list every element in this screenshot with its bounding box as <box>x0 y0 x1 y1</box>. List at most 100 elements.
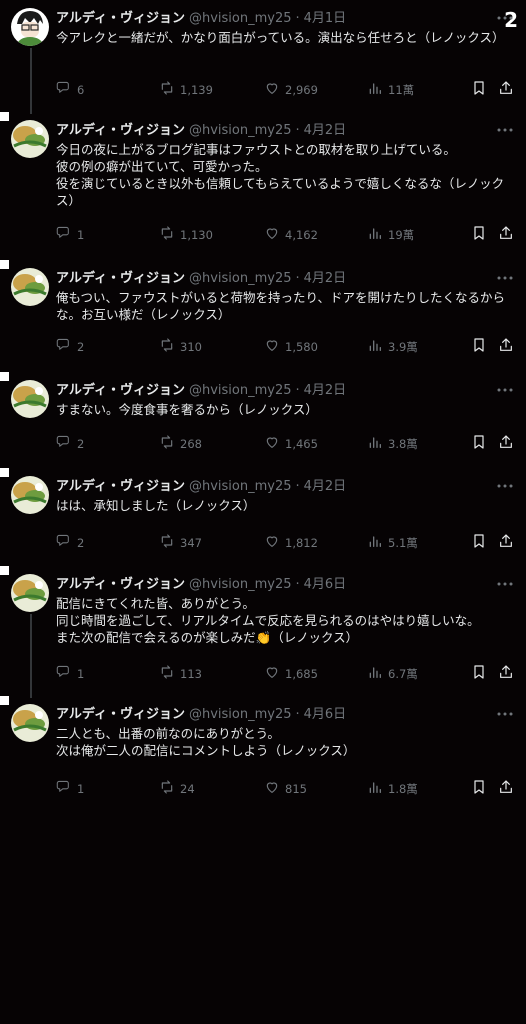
more-icon[interactable] <box>496 384 514 396</box>
retweet-button[interactable]: 113 <box>159 664 202 684</box>
display-name[interactable]: アルディ・ヴィジョン <box>56 11 185 26</box>
views-button[interactable]: 19萬 <box>367 225 414 245</box>
display-name[interactable]: アルディ・ヴィジョン <box>56 479 185 494</box>
views-icon <box>367 80 383 100</box>
views-count: 5.1萬 <box>388 536 418 550</box>
display-name[interactable]: アルディ・ヴィジョン <box>56 577 185 592</box>
tweet-date[interactable]: 4月6日 <box>304 577 347 592</box>
tweet[interactable]: アルディ・ヴィジョン @hvision_my25 · 4月6日 二人とも、出番の前なのに… <box>0 696 526 808</box>
tweet-date[interactable]: 4月2日 <box>304 123 347 138</box>
tweet-date[interactable]: 4月6日 <box>304 707 347 722</box>
share-button[interactable] <box>498 434 514 454</box>
views-count: 1.8萬 <box>388 782 418 796</box>
retweet-icon <box>159 434 175 454</box>
views-button[interactable]: 5.1萬 <box>367 533 418 553</box>
tweet[interactable]: アルディ・ヴィジョン @hvision_my25 · 4月2日 はは、承知しました（レノ… <box>0 468 526 566</box>
display-name[interactable]: アルディ・ヴィジョン <box>56 123 185 138</box>
avatar[interactable] <box>11 476 49 514</box>
tweet-header: アルディ・ヴィジョン @hvision_my25 · 4月2日 <box>56 122 466 140</box>
reply-button[interactable]: 2 <box>56 533 84 553</box>
bookmark-button[interactable] <box>471 80 487 100</box>
views-icon <box>367 225 383 245</box>
like-button[interactable]: 1,685 <box>264 664 318 684</box>
like-icon <box>264 434 280 454</box>
tweet-date[interactable]: 4月2日 <box>304 271 347 286</box>
share-button[interactable] <box>498 779 514 799</box>
share-button[interactable] <box>498 80 514 100</box>
share-icon <box>498 225 514 245</box>
retweet-button[interactable]: 1,139 <box>159 80 213 100</box>
share-button[interactable] <box>498 533 514 553</box>
handle[interactable]: @hvision_my25 <box>189 479 292 494</box>
handle[interactable]: @hvision_my25 <box>189 271 292 286</box>
handle[interactable]: @hvision_my25 <box>189 577 292 592</box>
avatar[interactable] <box>11 8 49 46</box>
like-button[interactable]: 1,812 <box>264 533 318 553</box>
handle[interactable]: @hvision_my25 <box>189 707 292 722</box>
views-button[interactable]: 6.7萬 <box>367 664 418 684</box>
like-button[interactable]: 815 <box>264 779 307 799</box>
handle[interactable]: @hvision_my25 <box>189 11 292 26</box>
like-button[interactable]: 2,969 <box>264 80 318 100</box>
reply-button[interactable]: 1 <box>56 664 84 684</box>
bookmark-button[interactable] <box>471 664 487 684</box>
retweet-button[interactable]: 268 <box>159 434 202 454</box>
views-button[interactable]: 3.8萬 <box>367 434 418 454</box>
tweet[interactable]: アルディ・ヴィジョン @hvision_my25 · 4月2日 俺もつい、ファウストがい… <box>0 260 526 372</box>
avatar[interactable] <box>11 704 49 742</box>
retweet-button[interactable]: 310 <box>159 337 202 357</box>
bookmark-button[interactable] <box>471 779 487 799</box>
handle[interactable]: @hvision_my25 <box>189 383 292 398</box>
tweet-date[interactable]: 4月1日 <box>304 11 347 26</box>
retweet-button[interactable]: 1,130 <box>159 225 213 245</box>
display-name[interactable]: アルディ・ヴィジョン <box>56 383 185 398</box>
tweet-header: アルディ・ヴィジョン @hvision_my25 · 4月6日 <box>56 706 466 724</box>
like-button[interactable]: 4,162 <box>264 225 318 245</box>
avatar[interactable] <box>11 574 49 612</box>
avatar[interactable] <box>11 120 49 158</box>
separator-dot: · <box>295 707 300 722</box>
more-icon[interactable] <box>496 708 514 720</box>
display-name[interactable]: アルディ・ヴィジョン <box>56 271 185 286</box>
views-button[interactable]: 1.8萬 <box>367 779 418 799</box>
reply-icon <box>56 434 72 454</box>
tweet[interactable]: アルディ・ヴィジョン @hvision_my25 · 4月6日 配信にきてくれた皆、あり… <box>0 566 526 698</box>
avatar[interactable] <box>11 380 49 418</box>
reply-button[interactable]: 1 <box>56 779 84 799</box>
views-button[interactable]: 11萬 <box>367 80 414 100</box>
more-icon[interactable] <box>496 272 514 284</box>
share-button[interactable] <box>498 337 514 357</box>
reply-button[interactable]: 1 <box>56 225 84 245</box>
retweet-button[interactable]: 347 <box>159 533 202 553</box>
more-icon[interactable] <box>496 578 514 590</box>
tweet-date[interactable]: 4月2日 <box>304 383 347 398</box>
reply-button[interactable]: 2 <box>56 337 84 357</box>
bookmark-button[interactable] <box>471 434 487 454</box>
reply-count: 2 <box>77 536 85 550</box>
display-name[interactable]: アルディ・ヴィジョン <box>56 707 185 722</box>
tweet-date[interactable]: 4月2日 <box>304 479 347 494</box>
more-icon[interactable] <box>496 124 514 136</box>
like-button[interactable]: 1,580 <box>264 337 318 357</box>
views-button[interactable]: 3.9萬 <box>367 337 418 357</box>
bookmark-button[interactable] <box>471 225 487 245</box>
bookmark-button[interactable] <box>471 533 487 553</box>
share-icon <box>498 664 514 684</box>
more-icon[interactable] <box>496 480 514 492</box>
tweet[interactable]: アルディ・ヴィジョン @hvision_my25 · 4月2日 すまない。今度食事を奢る… <box>0 372 526 468</box>
reply-button[interactable]: 2 <box>56 434 84 454</box>
more-icon[interactable] <box>496 12 514 24</box>
bookmark-button[interactable] <box>471 337 487 357</box>
retweet-button[interactable]: 24 <box>159 779 195 799</box>
like-button[interactable]: 1,465 <box>264 434 318 454</box>
tweet[interactable]: アルディ・ヴィジョン @hvision_my25 · 4月2日 今日の夜に上がるブログ記… <box>0 112 526 260</box>
handle[interactable]: @hvision_my25 <box>189 123 292 138</box>
share-button[interactable] <box>498 664 514 684</box>
share-button[interactable] <box>498 225 514 245</box>
tweet[interactable]: アルディ・ヴィジョン @hvision_my25 · 4月1日 今アレクと一緒だが、かな… <box>0 0 526 114</box>
reply-icon <box>56 779 72 799</box>
reply-icon <box>56 337 72 357</box>
reply-button[interactable]: 6 <box>56 80 84 100</box>
views-count: 3.8萬 <box>388 437 418 451</box>
avatar[interactable] <box>11 268 49 306</box>
